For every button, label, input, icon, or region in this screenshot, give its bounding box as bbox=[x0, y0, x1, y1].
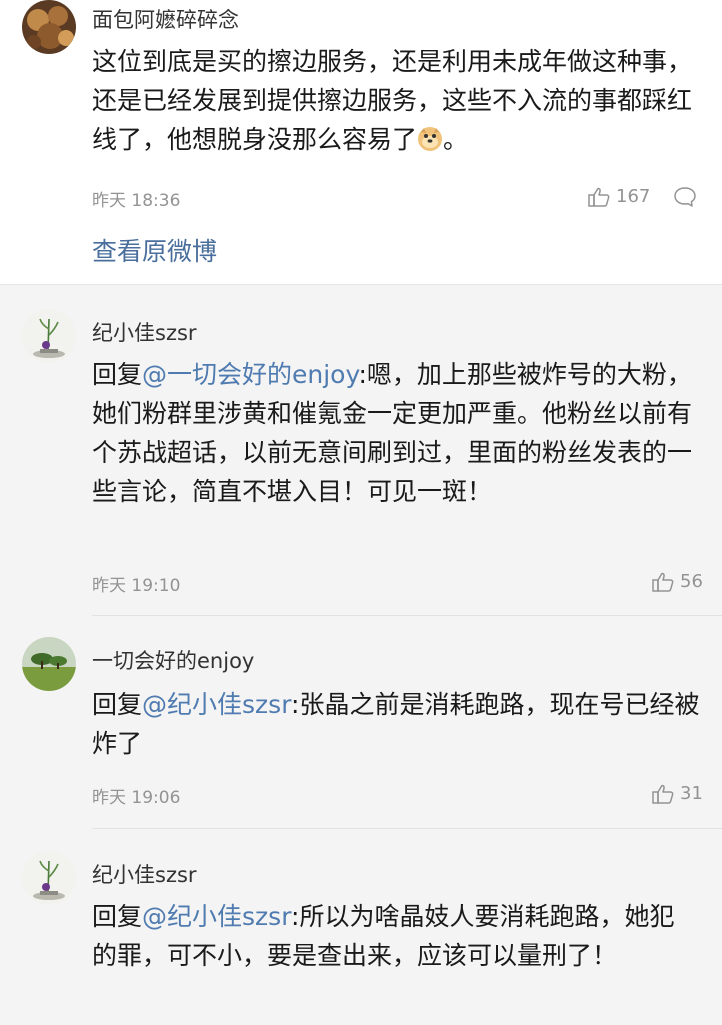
thumbs-up-icon bbox=[588, 187, 610, 207]
user-avatar[interactable] bbox=[22, 0, 76, 54]
like-button[interactable]: 167 bbox=[588, 186, 650, 207]
reply-prefix: 回复 bbox=[92, 360, 143, 389]
like-button[interactable]: 31 bbox=[652, 783, 703, 804]
thumbs-up-icon bbox=[652, 784, 674, 804]
like-count: 31 bbox=[680, 783, 703, 804]
comment-text-end: 。 bbox=[443, 125, 469, 154]
like-count: 167 bbox=[616, 186, 651, 207]
reply-text: 回复@纪小佳szsr:所以为啥晶妓人要消耗跑路，她犯的罪，可不小，要是查出来，应… bbox=[92, 897, 692, 975]
comment-time: 昨天 18:36 bbox=[92, 191, 181, 211]
like-button[interactable]: 56 bbox=[652, 571, 703, 592]
user-avatar[interactable] bbox=[22, 851, 76, 905]
like-count: 56 bbox=[680, 571, 703, 592]
reply-prefix: 回复 bbox=[92, 902, 143, 931]
reply-prefix: 回复 bbox=[92, 690, 143, 719]
user-avatar[interactable] bbox=[22, 637, 76, 691]
comment-username[interactable]: 面包阿嬷碎碎念 bbox=[92, 4, 239, 34]
reply-list: 纪小佳szsr 回复@一切会好的enjoy:嗯，加上那些被炸号的大粉，她们粉群里… bbox=[0, 284, 722, 1025]
main-comment: 面包阿嬷碎碎念 这位到底是买的擦边服务，还是利用未成年做这种事，还是已经发展到提… bbox=[0, 0, 722, 284]
divider bbox=[92, 828, 722, 829]
reply-username[interactable]: 纪小佳szsr bbox=[92, 317, 197, 347]
reply-username[interactable]: 纪小佳szsr bbox=[92, 859, 197, 889]
mention-link[interactable]: @一切会好的enjoy bbox=[142, 360, 358, 389]
reply-username[interactable]: 一切会好的enjoy bbox=[92, 645, 254, 675]
thumbs-up-icon bbox=[652, 572, 674, 592]
reply-text: 回复@一切会好的enjoy:嗯，加上那些被炸号的大粉，她们粉群里涉黄和催氪金一定… bbox=[92, 355, 702, 511]
comment-body: 这位到底是买的擦边服务，还是利用未成年做这种事，还是已经发展到提供擦边服务，这些… bbox=[92, 47, 693, 154]
reply-time: 昨天 19:10 bbox=[92, 576, 181, 596]
view-original-weibo-link[interactable]: 查看原微博 bbox=[92, 232, 217, 268]
comment-bubble-icon[interactable] bbox=[673, 186, 697, 208]
comment-text: 这位到底是买的擦边服务，还是利用未成年做这种事，还是已经发展到提供擦边服务，这些… bbox=[92, 42, 692, 163]
user-avatar[interactable] bbox=[22, 309, 76, 363]
doge-emoji-icon bbox=[417, 124, 443, 163]
divider bbox=[92, 615, 722, 616]
reply-text: 回复@纪小佳szsr:张晶之前是消耗跑路，现在号已经被炸了 bbox=[92, 685, 702, 763]
mention-link[interactable]: @纪小佳szsr bbox=[142, 690, 291, 719]
reply-time: 昨天 19:06 bbox=[92, 788, 181, 808]
mention-link[interactable]: @纪小佳szsr bbox=[142, 902, 291, 931]
